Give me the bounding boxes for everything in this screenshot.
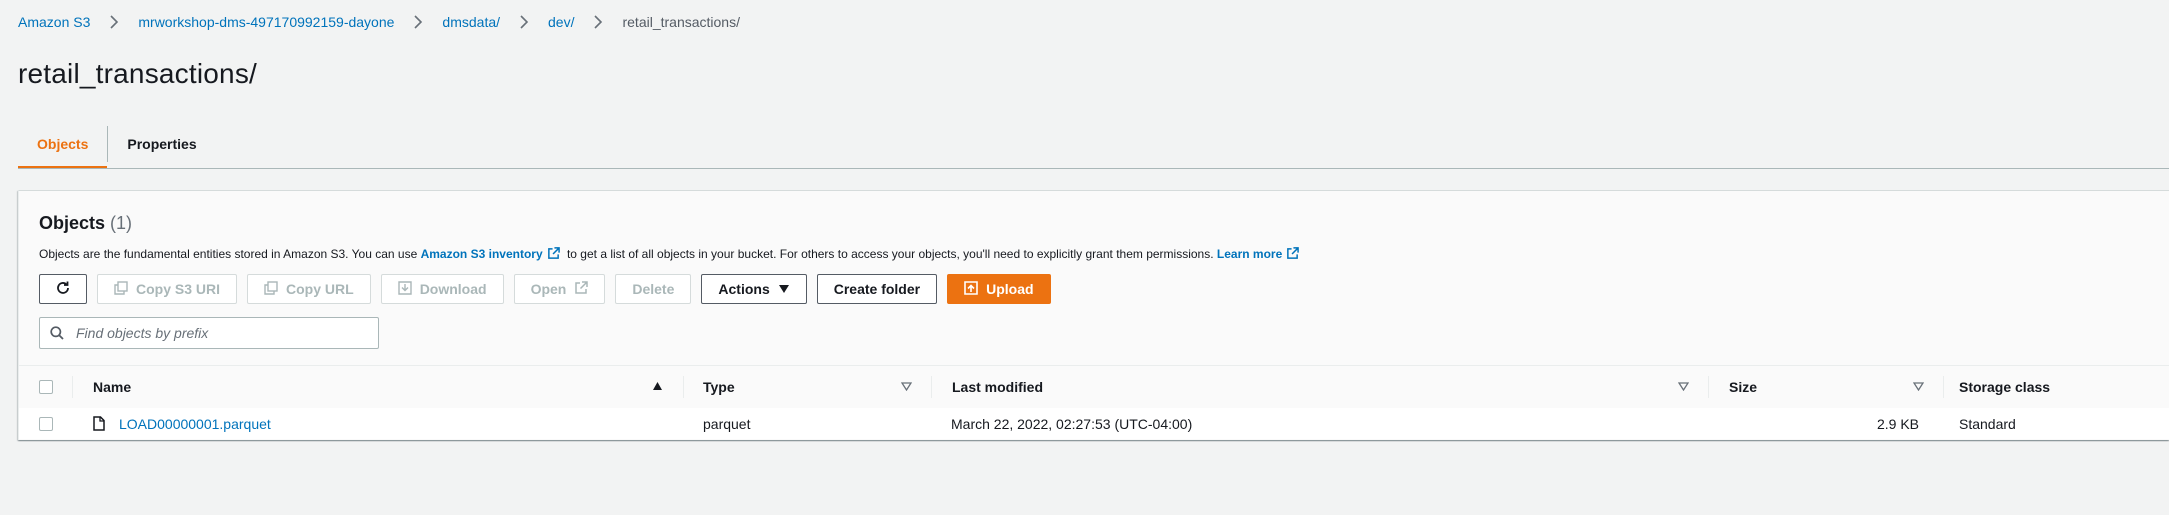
- object-last-modified: March 22, 2022, 02:27:53 (UTC-04:00): [951, 415, 1193, 432]
- objects-panel-title: Objects (1): [39, 213, 132, 234]
- breadcrumb-bucket[interactable]: mrworkshop-dms-497170992159-dayone: [138, 14, 394, 30]
- object-size: 2.9 KB: [1876, 415, 1919, 432]
- column-header-name[interactable]: Name: [93, 366, 131, 408]
- copy-url-button[interactable]: Copy URL: [247, 274, 371, 304]
- copy-s3-uri-button[interactable]: Copy S3 URI: [97, 274, 238, 304]
- page-title: retail_transactions/: [18, 58, 258, 89]
- column-header-last-modified[interactable]: Last modified: [952, 366, 1043, 408]
- table-header: Name Type Last modified Size Storage cla…: [19, 365, 2169, 409]
- create-folder-label: Create folder: [833, 281, 921, 297]
- breadcrumb-amazon-s3[interactable]: Amazon S3: [18, 14, 90, 30]
- search-input[interactable]: [74, 324, 368, 342]
- create-folder-button[interactable]: Create folder: [816, 274, 938, 304]
- row-checkbox[interactable]: [39, 416, 53, 431]
- objects-panel-heading: Objects: [39, 213, 106, 233]
- column-header-storage-class[interactable]: Storage class: [1959, 366, 2050, 408]
- select-all-cell: [39, 366, 53, 408]
- column-separator: [1708, 376, 1709, 398]
- object-name-link[interactable]: LOAD00000001.parquet: [119, 408, 271, 439]
- file-icon: [93, 408, 105, 439]
- tab-properties[interactable]: Properties: [108, 120, 215, 168]
- delete-label: Delete: [632, 281, 675, 297]
- sort-icon[interactable]: [1913, 382, 1924, 391]
- chevron-right-icon: [590, 14, 606, 30]
- row-select-cell: [39, 408, 53, 439]
- chevron-right-icon: [516, 14, 532, 30]
- upload-button[interactable]: Upload: [947, 274, 1051, 304]
- refresh-icon: [55, 280, 71, 299]
- download-button[interactable]: Download: [380, 274, 504, 304]
- breadcrumb: Amazon S3 mrworkshop-dms-497170992159-da…: [18, 14, 740, 30]
- caret-down-icon: [778, 281, 790, 297]
- upload-icon: [964, 280, 978, 298]
- external-link-icon: [574, 280, 589, 298]
- column-separator: [683, 376, 684, 398]
- objects-toolbar: Copy S3 URI Copy URL Download Open Delet…: [39, 274, 1051, 304]
- object-storage-class: Standard: [1959, 415, 2016, 432]
- column-separator: [72, 376, 73, 398]
- table-row: LOAD00000001.parquet parquet March 22, 2…: [19, 408, 2169, 439]
- tab-objects[interactable]: Objects: [18, 120, 108, 168]
- copy-icon: [264, 280, 278, 298]
- description-text-1: Objects are the fundamental entities sto…: [39, 247, 418, 261]
- objects-description: Objects are the fundamental entities sto…: [39, 247, 1303, 263]
- delete-button[interactable]: Delete: [615, 274, 692, 304]
- chevron-right-icon: [106, 14, 122, 30]
- actions-dropdown-button[interactable]: Actions: [701, 274, 807, 304]
- download-label: Download: [419, 281, 487, 297]
- column-header-size[interactable]: Size: [1729, 366, 1757, 408]
- tab-list: Objects Properties: [18, 120, 216, 168]
- objects-panel: Objects (1) Objects are the fundamental …: [18, 190, 2169, 440]
- learn-more-link[interactable]: Learn more: [1217, 247, 1282, 261]
- open-button[interactable]: Open: [513, 274, 606, 304]
- external-link-icon[interactable]: [547, 247, 560, 263]
- breadcrumb-dmsdata[interactable]: dmsdata/: [442, 14, 500, 30]
- objects-count: (1): [110, 213, 133, 233]
- object-type: parquet: [703, 415, 751, 432]
- copy-icon: [114, 280, 128, 298]
- breadcrumb-dev[interactable]: dev/: [548, 14, 574, 30]
- actions-label: Actions: [718, 281, 770, 297]
- copy-s3-uri-label: Copy S3 URI: [136, 281, 221, 297]
- chevron-right-icon: [410, 14, 426, 30]
- object-name[interactable]: LOAD00000001.parquet: [119, 416, 271, 432]
- open-label: Open: [530, 281, 567, 297]
- upload-label: Upload: [986, 281, 1034, 297]
- sort-icon[interactable]: [901, 382, 912, 391]
- column-header-type[interactable]: Type: [703, 366, 735, 408]
- description-text-2: to get a list of all objects in your buc…: [566, 247, 1214, 261]
- column-separator: [931, 376, 932, 398]
- search-field[interactable]: [39, 317, 379, 349]
- external-link-icon[interactable]: [1286, 247, 1300, 263]
- tabs-underline: [18, 168, 2169, 169]
- select-all-checkbox[interactable]: [39, 380, 53, 394]
- sort-icon[interactable]: [1678, 382, 1689, 391]
- sort-ascending-icon[interactable]: [652, 381, 663, 391]
- inventory-link[interactable]: Amazon S3 inventory: [421, 247, 543, 261]
- download-icon: [397, 280, 412, 298]
- column-separator: [1943, 376, 1944, 398]
- breadcrumb-current: retail_transactions/: [622, 14, 740, 30]
- search-icon: [40, 326, 74, 340]
- copy-url-label: Copy URL: [286, 281, 354, 297]
- refresh-button[interactable]: [39, 274, 87, 304]
